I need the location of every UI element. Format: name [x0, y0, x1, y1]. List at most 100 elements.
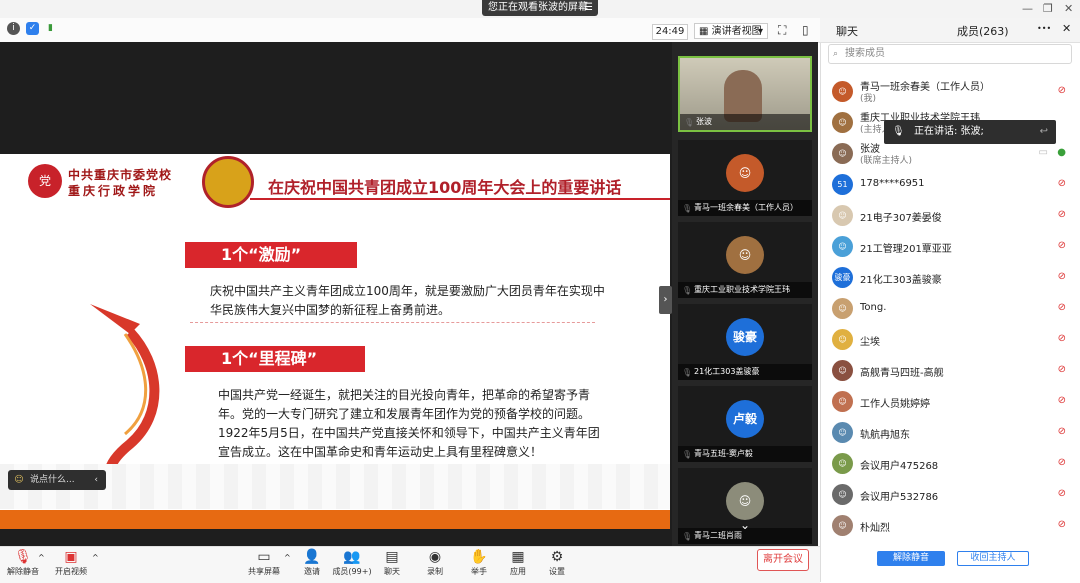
- video-tile[interactable]: ☺ 🎙 青马二班肖雨: [678, 468, 812, 544]
- member-name: Tong.: [860, 302, 887, 313]
- view-mode-dropdown[interactable]: ▦ 演讲者视图 ▾: [694, 23, 768, 39]
- chevron-up-icon[interactable]: ^: [38, 553, 45, 562]
- mic-muted-icon[interactable]: ⊘: [1058, 457, 1066, 468]
- invite-button[interactable]: 👤 邀请: [290, 548, 334, 577]
- mic-muted-icon[interactable]: ⊘: [1058, 240, 1066, 251]
- member-search-input[interactable]: ⌕ 搜索成员: [828, 44, 1072, 64]
- member-row[interactable]: ☺ Tong. ⊘: [820, 293, 1080, 324]
- settings-label: 设置: [549, 567, 565, 576]
- member-role: (联席主持人): [860, 156, 913, 166]
- start-video-button[interactable]: ▣ 开启视频: [49, 548, 93, 577]
- gear-icon: ⚙: [550, 549, 564, 565]
- chevron-up-icon[interactable]: ^: [92, 553, 99, 562]
- member-row[interactable]: ☺ 尘埃 ⊘: [820, 324, 1080, 355]
- video-tile[interactable]: ☺ 🎙 重庆工业职业技术学院王玮: [678, 222, 812, 298]
- speaking-indicator-text: 正在讲话: 张波;: [914, 126, 984, 137]
- mic-muted-icon[interactable]: ⊘: [1058, 302, 1066, 313]
- member-avatar: ☺: [832, 112, 853, 133]
- close-panel-icon[interactable]: ✕: [1062, 22, 1071, 35]
- mic-muted-icon[interactable]: ⊘: [1058, 333, 1066, 344]
- member-avatar: ☺: [832, 298, 853, 319]
- section-text-milestone: 中国共产党一经诞生，就把关注的目光投向青年，把革命的希望寄予青年。党的一大专门研…: [218, 388, 600, 459]
- member-name: 会议用户475268: [860, 461, 939, 472]
- layout-toggle-icon[interactable]: ▯: [802, 23, 809, 37]
- toggle-video-panel-icon[interactable]: ›: [659, 286, 672, 314]
- member-avatar: ☺: [832, 422, 853, 443]
- member-row[interactable]: ☺ 21电子307姜晏俊 ⊘: [820, 200, 1080, 231]
- member-row[interactable]: 骏豪 21化工303盖骏豪 ⊘: [820, 262, 1080, 293]
- member-row[interactable]: ☺ 会议用户532786 ⊘: [820, 479, 1080, 510]
- member-row[interactable]: ☺ 轨航冉旭东 ⊘: [820, 417, 1080, 448]
- collapse-chat-icon[interactable]: ‹: [94, 470, 98, 490]
- chat-button[interactable]: ▤ 聊天: [370, 548, 414, 577]
- slide-title: 在庆祝中国共青团成立100周年大会上的重要讲话: [268, 178, 622, 197]
- unmute-all-button[interactable]: 解除静音: [877, 551, 945, 566]
- mic-muted-icon[interactable]: ⊘: [1058, 426, 1066, 437]
- apps-button[interactable]: ▦ 应用: [496, 548, 540, 577]
- quick-chat-input[interactable]: ☺ 说点什么... ‹: [8, 470, 106, 490]
- settings-button[interactable]: ⚙ 设置: [535, 548, 579, 577]
- video-off-icon: ▣: [64, 549, 78, 565]
- record-icon: ◉: [428, 549, 442, 565]
- mic-muted-icon[interactable]: ⊘: [1058, 488, 1066, 499]
- member-avatar: ☺: [832, 81, 853, 102]
- minimize-icon[interactable]: —: [1022, 2, 1033, 15]
- mic-muted-icon[interactable]: ⊘: [1058, 85, 1066, 96]
- invite-label: 邀请: [304, 567, 320, 576]
- member-row[interactable]: ☺ 会议用户475268 ⊘: [820, 448, 1080, 479]
- scroll-down-icon[interactable]: ⌄: [740, 518, 750, 532]
- restore-icon[interactable]: ❐: [1043, 2, 1053, 15]
- video-icon[interactable]: ▭: [1039, 147, 1048, 158]
- member-row[interactable]: ☺ 工作人员姚婷婷 ⊘: [820, 386, 1080, 417]
- member-row[interactable]: ☺ 青马一班余春美（工作人员） (我) ⊘: [820, 76, 1080, 107]
- member-row[interactable]: ☺ 21工管理201覃亚亚 ⊘: [820, 231, 1080, 262]
- info-icon[interactable]: i: [7, 22, 20, 35]
- record-button[interactable]: ◉ 录制: [413, 548, 457, 577]
- mic-muted-icon[interactable]: ⊘: [1058, 519, 1066, 530]
- video-tile[interactable]: 🎙 张波: [678, 56, 812, 132]
- emoji-icon[interactable]: ☺: [8, 470, 30, 490]
- sharing-notice-pill[interactable]: 您正在观看张波的屏幕 ☰: [482, 0, 598, 16]
- member-search-placeholder: 搜索成员: [845, 48, 885, 59]
- share-screen-label: 共享屏幕: [248, 567, 280, 576]
- mic-muted-icon[interactable]: ⊘: [1058, 209, 1066, 220]
- slide-footer-band: [0, 510, 670, 529]
- participant-avatar: 骏豪: [726, 318, 764, 356]
- fullscreen-icon[interactable]: ⛶: [778, 23, 786, 38]
- share-screen-button[interactable]: ▭ 共享屏幕: [242, 548, 286, 577]
- signal-strength-icon[interactable]: ▮: [44, 22, 57, 35]
- members-label: 成员(99+): [332, 567, 372, 576]
- member-row[interactable]: ☺ 高舰青马四班-高舰 ⊘: [820, 355, 1080, 386]
- youth-league-emblem-icon: [202, 156, 254, 208]
- video-tile[interactable]: ☺ 🎙 青马一班余春美（工作人员）: [678, 140, 812, 216]
- member-name: 工作人员姚婷婷: [860, 399, 930, 410]
- section-banner-milestone: 1个“里程碑”: [185, 346, 365, 372]
- mic-muted-icon[interactable]: ⊘: [1058, 178, 1066, 189]
- video-tile[interactable]: 骏豪 🎙 21化工303盖骏豪: [678, 304, 812, 380]
- mic-muted-icon[interactable]: ⊘: [1058, 364, 1066, 375]
- video-tile-name: 青马五班-窦卢毅: [678, 446, 812, 462]
- menu-icon[interactable]: ☰: [584, 0, 593, 16]
- member-avatar: ☺: [832, 453, 853, 474]
- close-icon[interactable]: ✕: [1064, 2, 1073, 15]
- school-name-line2: 重庆行政学院: [68, 184, 159, 198]
- member-row[interactable]: 51 178****6951 ⊘: [820, 169, 1080, 200]
- tab-chat[interactable]: 聊天: [836, 23, 858, 39]
- members-button[interactable]: 👥 成员(99+): [330, 548, 374, 577]
- video-tile-name: 21化工303盖骏豪: [678, 364, 812, 380]
- participant-avatar: ☺: [726, 236, 764, 274]
- mic-muted-icon[interactable]: ⊘: [1058, 395, 1066, 406]
- reclaim-host-button[interactable]: 收回主持人: [957, 551, 1029, 566]
- mic-muted-icon[interactable]: ⊘: [1058, 271, 1066, 282]
- back-arrow-icon[interactable]: ↩: [1040, 120, 1048, 144]
- security-shield-icon[interactable]: ✓: [26, 22, 39, 35]
- tab-members[interactable]: 成员(263): [957, 23, 1009, 39]
- video-tile[interactable]: 卢毅 🎙 青马五班-窦卢毅: [678, 386, 812, 462]
- mic-on-icon[interactable]: ●: [1057, 147, 1066, 158]
- share-screen-icon: ▭: [257, 549, 271, 565]
- more-icon[interactable]: •••: [1037, 24, 1051, 33]
- start-video-label: 开启视频: [55, 567, 87, 576]
- member-row[interactable]: ☺ 朴灿烈 ⊘: [820, 510, 1080, 541]
- raise-hand-button[interactable]: ✋ 举手: [457, 548, 501, 577]
- leave-meeting-button[interactable]: 离开会议: [757, 549, 809, 571]
